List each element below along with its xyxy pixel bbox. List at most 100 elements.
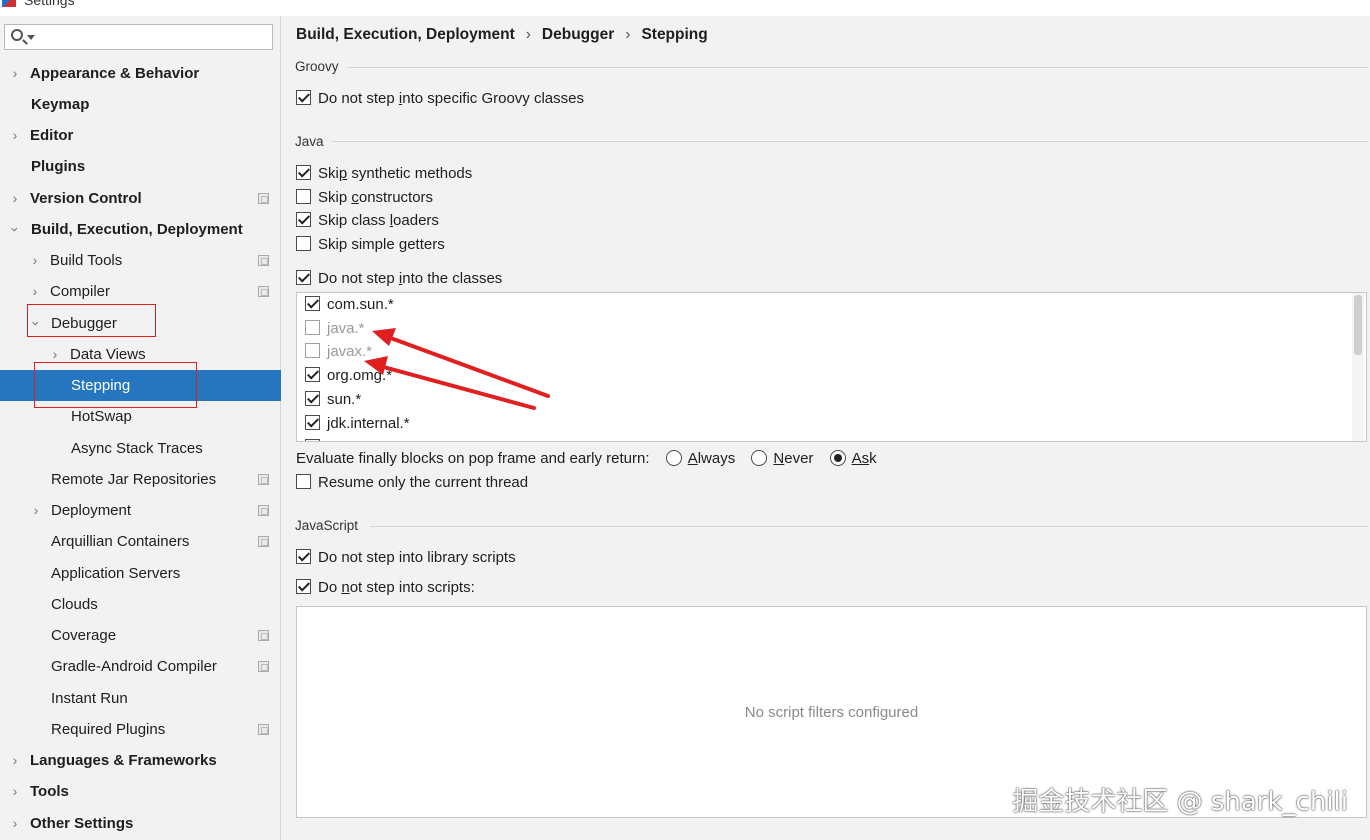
sidebar-item-gradle-android-compiler[interactable]: Gradle-Android Compiler xyxy=(0,651,281,682)
sidebar-item-build-tools[interactable]: › Build Tools xyxy=(0,245,281,276)
checkbox-checked[interactable] xyxy=(305,439,320,441)
radio-always[interactable]: Always xyxy=(665,450,736,467)
search-history-dropdown-icon[interactable] xyxy=(27,35,35,40)
scrollbar-thumb[interactable] xyxy=(1354,295,1362,355)
checkbox-skip-synthetic-methods[interactable]: Skip synthetic methods xyxy=(296,163,472,185)
sidebar-item-label: Coverage xyxy=(51,627,117,644)
checkbox-checked[interactable] xyxy=(305,367,320,382)
radio-never[interactable]: Never xyxy=(751,450,813,467)
class-filter-row[interactable]: com.sun.* xyxy=(305,293,394,317)
checkbox-label: Do not step into library scripts xyxy=(318,549,516,566)
list-scrollbar[interactable] xyxy=(1352,293,1364,441)
checkbox-no-step-scripts[interactable]: Do not step into scripts: xyxy=(296,577,475,599)
checkbox-unchecked[interactable] xyxy=(296,474,311,489)
project-scope-icon xyxy=(258,630,269,641)
checkbox-label: oaders xyxy=(393,212,439,229)
checkbox-no-step-groovy-classes[interactable]: Do not step into specific Groovy classes xyxy=(296,88,584,110)
checkbox-label: Skip simple xyxy=(318,236,399,253)
class-filters-list[interactable]: com.sun.* java.* javax.* org.omg.* sun.*… xyxy=(296,292,1367,442)
sidebar-item-other-settings[interactable]: › Other Settings xyxy=(0,808,281,839)
checkbox-checked[interactable] xyxy=(296,549,311,564)
radio-button[interactable] xyxy=(751,450,768,466)
sidebar-item-clouds[interactable]: Clouds xyxy=(0,589,281,620)
class-filter-row[interactable]: sun.* xyxy=(305,388,361,412)
sidebar-item-label: Application Servers xyxy=(51,565,181,582)
checkbox-checked[interactable] xyxy=(305,296,320,311)
checkbox-unchecked[interactable] xyxy=(296,236,311,251)
sidebar-item-editor[interactable]: › Editor xyxy=(0,120,281,151)
checkbox-checked[interactable] xyxy=(296,579,311,594)
checkbox-unchecked[interactable] xyxy=(305,320,320,335)
sidebar-item-label: Arquillian Containers xyxy=(51,533,190,550)
checkbox-checked[interactable] xyxy=(296,270,311,285)
chevron-right-icon[interactable]: › xyxy=(28,276,42,307)
checkbox-skip-constructors[interactable]: Skip constructors xyxy=(296,187,433,209)
checkbox-resume-only-current-thread[interactable]: Resume only the current thread xyxy=(296,472,528,494)
checkbox-label: Skip class xyxy=(318,212,390,229)
chevron-right-icon[interactable]: › xyxy=(8,808,22,839)
sidebar-item-plugins[interactable]: Plugins xyxy=(0,151,281,182)
settings-search-input[interactable] xyxy=(4,24,273,50)
sidebar-item-version-control[interactable]: › Version Control xyxy=(0,183,281,214)
sidebar-item-build-execution-deployment[interactable]: › Build, Execution, Deployment xyxy=(0,214,281,245)
sidebar-item-languages-frameworks[interactable]: › Languages & Frameworks xyxy=(0,745,281,776)
checkbox-checked[interactable] xyxy=(305,415,320,430)
sidebar-item-instant-run[interactable]: Instant Run xyxy=(0,683,281,714)
sidebar-item-required-plugins[interactable]: Required Plugins xyxy=(0,714,281,745)
project-scope-icon xyxy=(258,536,269,547)
sidebar-item-deployment[interactable]: › Deployment xyxy=(0,495,281,526)
window-titlebar: Settings xyxy=(0,0,1370,16)
sidebar-item-label: Languages & Frameworks xyxy=(30,752,217,769)
chevron-right-icon[interactable]: › xyxy=(8,776,22,807)
class-filter-pattern: jdk.internal.* xyxy=(327,415,410,432)
chevron-right-icon[interactable]: › xyxy=(8,58,22,89)
mnemonic: As xyxy=(851,450,870,467)
checkbox-skip-simple-getters[interactable]: Skip simple getters xyxy=(296,234,445,256)
intellij-app-icon xyxy=(2,0,16,7)
sidebar-item-remote-jar-repositories[interactable]: Remote Jar Repositories xyxy=(0,464,281,495)
class-filter-row[interactable]: org.omg.* xyxy=(305,364,392,388)
class-filter-row-partial[interactable] xyxy=(305,436,327,441)
checkbox-label: Do not step xyxy=(318,270,399,287)
checkbox-checked[interactable] xyxy=(296,212,311,227)
sidebar-item-compiler[interactable]: › Compiler xyxy=(0,276,281,307)
checkbox-skip-class-loaders[interactable]: Skip class loaders xyxy=(296,210,439,232)
chevron-right-icon[interactable]: › xyxy=(29,495,43,526)
checkbox-unchecked[interactable] xyxy=(305,343,320,358)
checkbox-checked[interactable] xyxy=(296,165,311,180)
checkbox-do-not-step-into-classes[interactable]: Do not step into the classes xyxy=(296,268,502,290)
checkbox-checked[interactable] xyxy=(305,391,320,406)
sidebar-item-appearance-behavior[interactable]: › Appearance & Behavior xyxy=(0,58,281,89)
radio-button-selected[interactable] xyxy=(829,450,846,466)
class-filter-row[interactable]: javax.* xyxy=(305,340,372,364)
mnemonic: n xyxy=(341,579,350,596)
watermark: 掘金技术社区 @ shark_chili xyxy=(1012,787,1348,817)
chevron-right-icon[interactable]: › xyxy=(28,245,42,276)
radio-group-label: Evaluate finally blocks on pop frame and… xyxy=(296,450,650,467)
mnemonic: c xyxy=(351,189,359,206)
sidebar-item-label: Required Plugins xyxy=(51,721,166,738)
checkbox-unchecked[interactable] xyxy=(296,189,311,204)
sidebar-item-async-stack-traces[interactable]: Async Stack Traces xyxy=(0,433,281,464)
chevron-right-icon[interactable]: › xyxy=(8,183,22,214)
class-filter-row[interactable]: java.* xyxy=(305,317,365,341)
project-scope-icon xyxy=(258,193,269,204)
sidebar-item-label: Instant Run xyxy=(51,690,128,707)
chevron-right-icon[interactable]: › xyxy=(8,745,22,776)
sidebar-item-coverage[interactable]: Coverage xyxy=(0,620,281,651)
checkbox-checked[interactable] xyxy=(296,90,311,105)
sidebar-item-arquillian-containers[interactable]: Arquillian Containers xyxy=(0,526,281,557)
sidebar-item-label: Gradle-Android Compiler xyxy=(51,658,217,675)
sidebar-item-keymap[interactable]: Keymap xyxy=(0,89,281,120)
sidebar-item-application-servers[interactable]: Application Servers xyxy=(0,558,281,589)
checkbox-no-step-library-scripts[interactable]: Do not step into library scripts xyxy=(296,547,516,569)
chevron-right-icon[interactable]: › xyxy=(8,120,22,151)
radio-label: lways xyxy=(697,450,736,467)
radio-ask[interactable]: Ask xyxy=(829,450,877,467)
chevron-down-icon[interactable]: › xyxy=(0,223,31,237)
sidebar-item-label: Tools xyxy=(30,783,69,800)
sidebar-item-tools[interactable]: › Tools xyxy=(0,776,281,807)
mnemonic: p xyxy=(338,165,348,182)
class-filter-row[interactable]: jdk.internal.* xyxy=(305,412,410,436)
radio-button[interactable] xyxy=(665,450,682,466)
